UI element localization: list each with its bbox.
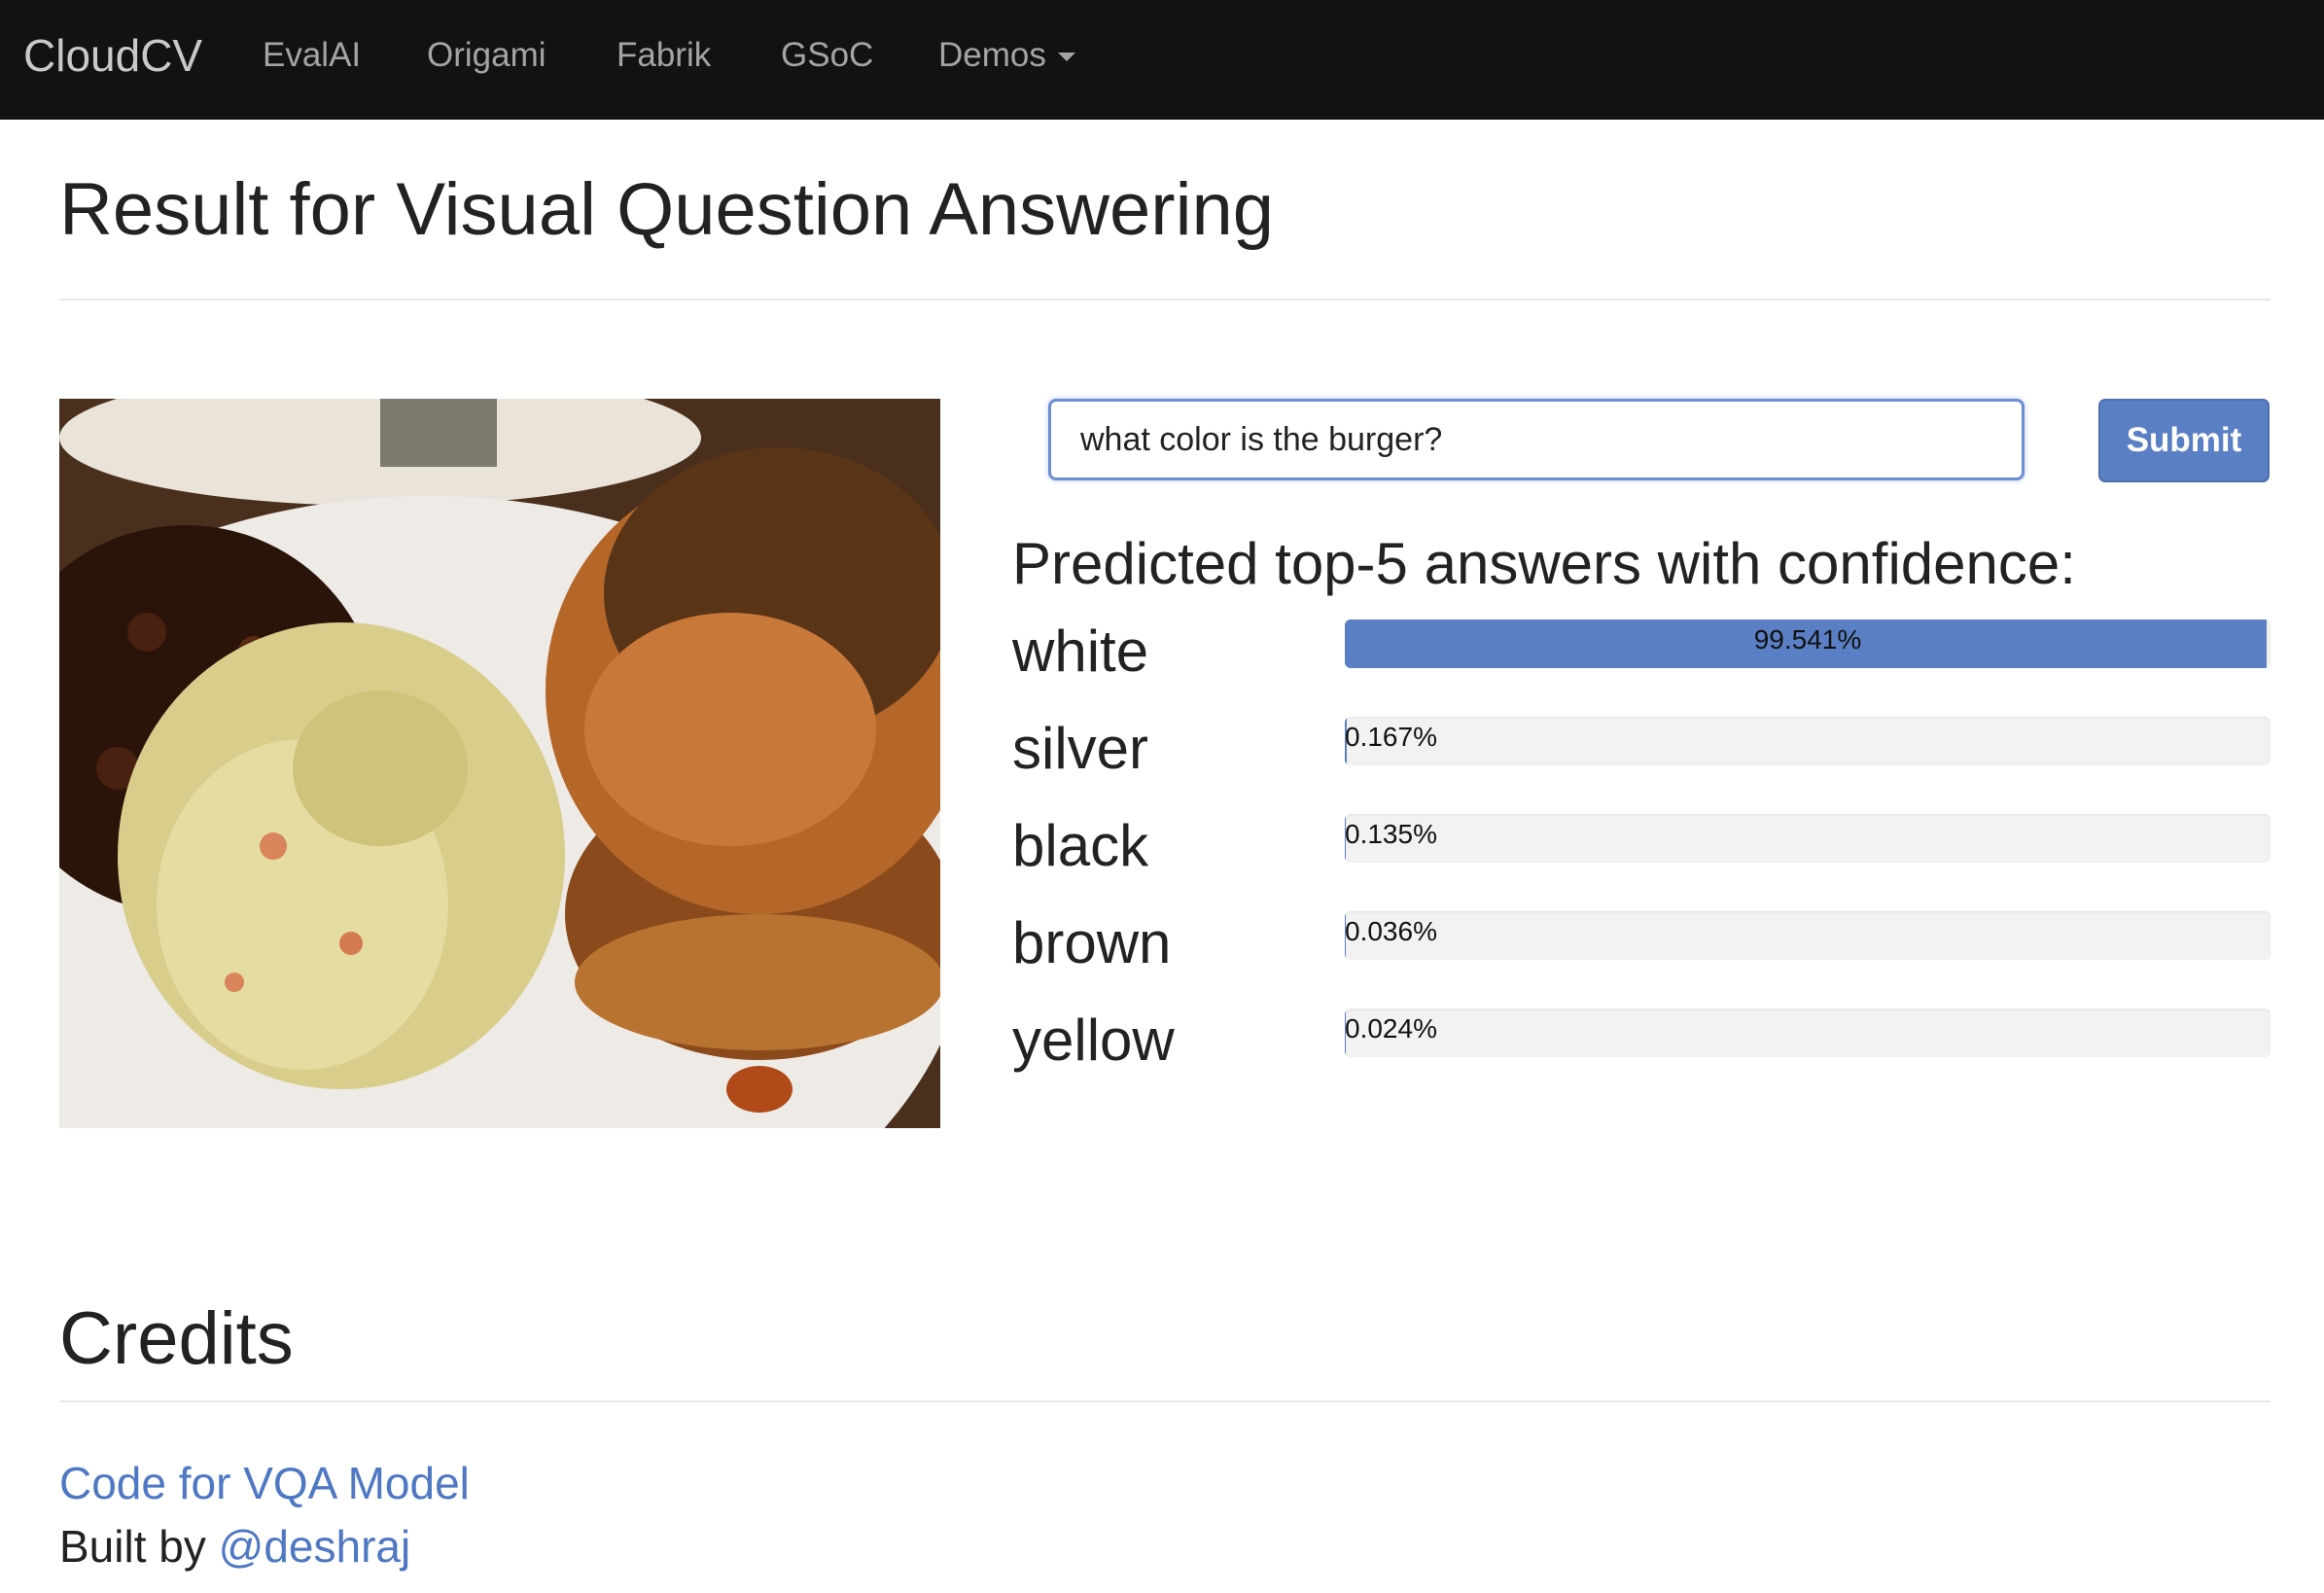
brand-link[interactable]: CloudCV (23, 29, 202, 82)
confidence-bar: 0.135% (1345, 814, 2271, 863)
title-divider (59, 299, 2271, 301)
submit-button[interactable]: Submit (2098, 399, 2270, 482)
burger-photo (59, 399, 940, 1128)
answer-label: yellow (1012, 1008, 1175, 1073)
author-link[interactable]: @deshraj (219, 1521, 411, 1572)
vqa-code-link[interactable]: Code for VQA Model (59, 1457, 470, 1509)
answer-label: silver (1012, 716, 1149, 781)
credits-divider (59, 1400, 2271, 1402)
confidence-value: 0.135% (1345, 819, 1437, 849)
page-title: Result for Visual Question Answering (59, 168, 1275, 251)
built-by-line: Built by @deshraj (59, 1520, 410, 1573)
confidence-bar: 0.167% (1345, 717, 2271, 765)
credits-title: Credits (59, 1297, 294, 1380)
answer-label: white (1012, 619, 1149, 684)
nav-item-evalai[interactable]: EvalAI (263, 36, 361, 75)
nav-item-fabrik[interactable]: Fabrik (616, 36, 711, 75)
confidence-value: 0.024% (1345, 1013, 1437, 1044)
confidence-bar: 0.036% (1345, 911, 2271, 960)
question-input[interactable] (1048, 399, 2025, 480)
nav-item-demos-label: Demos (938, 36, 1046, 74)
confidence-bar: 0.024% (1345, 1009, 2271, 1057)
confidence-bar: 99.541% (1345, 620, 2271, 668)
built-by-prefix: Built by (59, 1521, 206, 1572)
nav-item-gsoc[interactable]: GSoC (781, 36, 873, 75)
question-image (59, 399, 940, 1128)
confidence-value: 0.167% (1345, 722, 1437, 752)
answer-label: brown (1012, 910, 1172, 975)
nav-item-demos[interactable]: Demos (938, 36, 1075, 75)
answer-label: black (1012, 813, 1149, 878)
predictions-heading: Predicted top-5 answers with confidence: (1012, 531, 2076, 596)
confidence-value: 0.036% (1345, 916, 1437, 946)
caret-down-icon (1057, 53, 1075, 62)
confidence-value: 99.541% (1753, 624, 1862, 655)
nav-item-origami[interactable]: Origami (427, 36, 546, 75)
top-navbar: CloudCV EvalAI Origami Fabrik GSoC Demos (0, 0, 2324, 120)
